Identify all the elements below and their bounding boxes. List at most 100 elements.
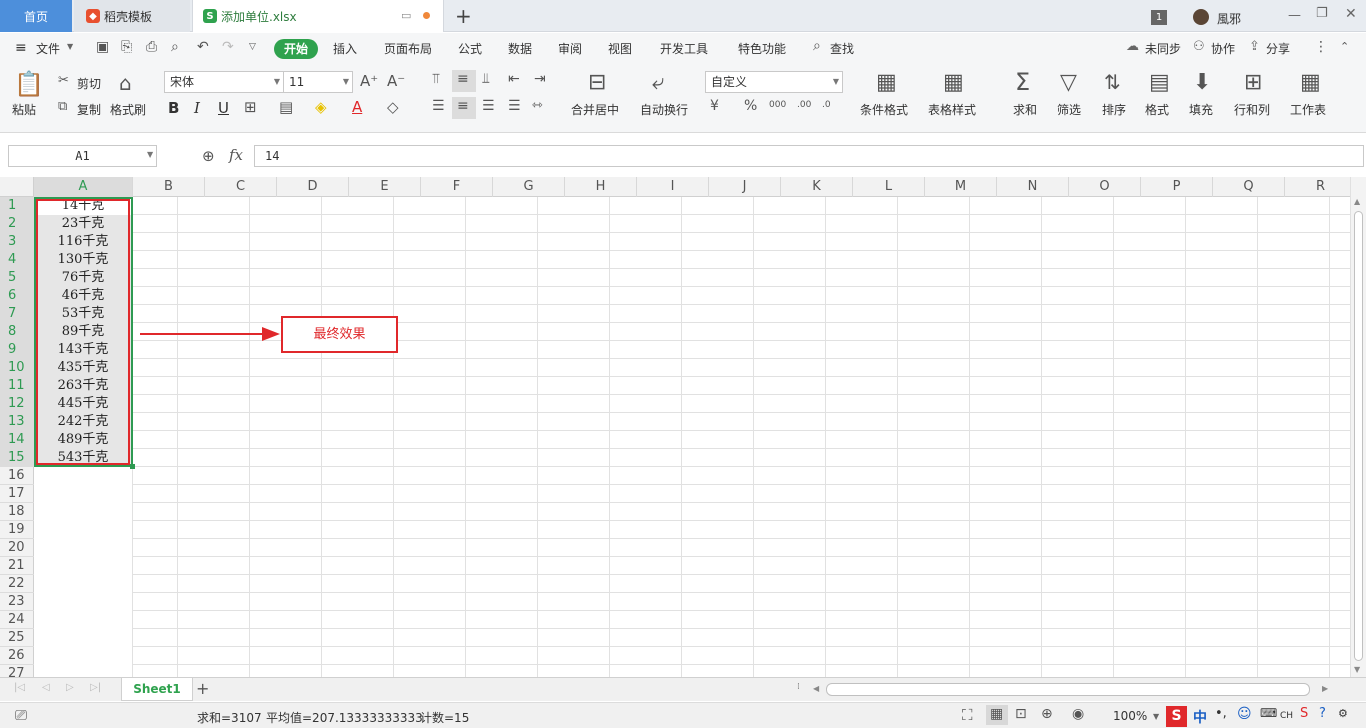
tab-formula[interactable]: 公式 — [458, 40, 482, 57]
row-header[interactable]: 23 — [0, 593, 34, 611]
column-header-q[interactable]: Q — [1213, 177, 1285, 197]
fill-style-icon[interactable]: ▤ — [279, 98, 293, 116]
row-header[interactable]: 19 — [0, 521, 34, 539]
prev-sheet-icon[interactable]: ◁ — [42, 682, 50, 693]
row-header[interactable]: 21 — [0, 557, 34, 575]
distribute-icon[interactable]: ⇿ — [532, 98, 543, 113]
wrap-text-button[interactable]: 自动换行 — [640, 101, 688, 118]
macro-icon[interactable]: ⎚ — [15, 706, 27, 724]
tab-template[interactable]: ◆ 稻壳模板 — [74, 0, 190, 32]
chevron-down-icon[interactable]: ▼ — [147, 150, 153, 159]
row-header[interactable]: 9 — [0, 341, 34, 359]
column-header-d[interactable]: D — [277, 177, 349, 197]
row-header[interactable]: 26 — [0, 647, 34, 665]
scroll-left-icon[interactable]: ◀ — [813, 684, 819, 693]
row-header[interactable]: 17 — [0, 485, 34, 503]
quick-access-dropdown-icon[interactable]: ▽ — [249, 42, 256, 52]
row-header[interactable]: 3 — [0, 233, 34, 251]
row-header[interactable]: 5 — [0, 269, 34, 287]
select-all-corner[interactable] — [0, 177, 34, 197]
merge-center-button[interactable]: 合并居中 — [571, 101, 619, 118]
minimize-icon[interactable]: — — [1288, 8, 1301, 23]
row-header[interactable]: 8 — [0, 323, 34, 341]
paste-button[interactable]: 粘贴 — [12, 101, 36, 118]
add-decimal-icon[interactable]: .00 — [797, 100, 811, 110]
row-header[interactable]: 18 — [0, 503, 34, 521]
row-header[interactable]: 13 — [0, 413, 34, 431]
add-sheet-icon[interactable]: + — [196, 679, 209, 698]
cut-button[interactable]: 剪切 — [77, 75, 101, 92]
format-painter-button[interactable]: 格式刷 — [110, 101, 146, 118]
column-header-f[interactable]: F — [421, 177, 493, 197]
language-indicator-icon[interactable]: CH — [1280, 711, 1293, 721]
print-icon[interactable]: ⎙ — [146, 39, 157, 55]
copy-button[interactable]: 复制 — [77, 101, 101, 118]
zoom-icon[interactable]: ⊕ — [202, 147, 215, 165]
align-right-icon[interactable]: ☰ — [482, 98, 495, 114]
row-header[interactable]: 12 — [0, 395, 34, 413]
column-header-e[interactable]: E — [349, 177, 421, 197]
cell-grid[interactable]: 14千克 23千克 116千克 130千克 76千克 46千克 53千克 89千克 143千克 4… — [34, 197, 1350, 677]
hscroll-split-icon[interactable]: ⁞ — [797, 682, 800, 692]
column-header-r[interactable]: R — [1285, 177, 1357, 197]
last-sheet-icon[interactable]: ▷| — [90, 682, 101, 693]
align-top-icon[interactable]: ⫪ — [432, 71, 440, 87]
fx-icon[interactable]: fx — [229, 146, 243, 164]
font-size-select[interactable]: 11 ▼ — [283, 71, 353, 93]
format-button[interactable]: 格式 — [1145, 101, 1169, 118]
italic-icon[interactable]: I — [194, 99, 200, 117]
zoom-dropdown-icon[interactable]: ▼ — [1153, 712, 1159, 721]
input-method-icon[interactable]: S — [1166, 706, 1187, 727]
clear-icon[interactable]: ◇ — [387, 98, 399, 116]
row-header[interactable]: 11 — [0, 377, 34, 395]
formula-input[interactable]: 14 — [254, 145, 1364, 167]
share-button[interactable]: 分享 — [1266, 40, 1290, 57]
fill-handle[interactable] — [130, 464, 135, 469]
align-bottom-icon[interactable]: ⫫ — [482, 71, 490, 87]
fill-button[interactable]: 填充 — [1189, 101, 1213, 118]
paste-icon[interactable]: 📋 — [14, 70, 44, 98]
avatar[interactable] — [1193, 9, 1209, 25]
redo-icon[interactable]: ↷ — [222, 39, 234, 55]
menu-file[interactable]: 文件 — [36, 40, 60, 57]
thousands-icon[interactable]: 000 — [769, 100, 786, 110]
row-column-button[interactable]: 行和列 — [1234, 101, 1270, 118]
row-header[interactable]: 7 — [0, 305, 34, 323]
column-header-g[interactable]: G — [493, 177, 565, 197]
column-header-h[interactable]: H — [565, 177, 637, 197]
number-format-select[interactable]: 自定义 ▼ — [705, 71, 843, 93]
window-count-badge[interactable]: 1 — [1151, 10, 1167, 25]
row-header[interactable]: 15 — [0, 449, 34, 467]
tab-monitor-icon[interactable]: ▭ — [401, 9, 411, 22]
row-header[interactable]: 22 — [0, 575, 34, 593]
indent-decrease-icon[interactable]: ⇤ — [508, 71, 520, 87]
underline-icon[interactable]: U — [218, 99, 229, 117]
percent-icon[interactable]: % — [744, 98, 757, 114]
column-header-n[interactable]: N — [997, 177, 1069, 197]
sync-status[interactable]: 未同步 — [1145, 40, 1181, 57]
save-icon[interactable]: ▣ — [96, 39, 109, 55]
print-preview-icon[interactable]: ⌕ — [171, 39, 179, 55]
currency-icon[interactable]: ¥ — [710, 98, 719, 114]
tab-developer[interactable]: 开发工具 — [660, 40, 708, 57]
column-header-j[interactable]: J — [709, 177, 781, 197]
next-sheet-icon[interactable]: ▷ — [66, 682, 74, 693]
decrease-font-icon[interactable]: A⁻ — [387, 72, 405, 90]
collapse-ribbon-icon[interactable]: ⌃ — [1340, 40, 1349, 53]
tab-page-layout[interactable]: 页面布局 — [384, 40, 432, 57]
restore-icon[interactable]: ❐ — [1316, 6, 1328, 21]
row-header[interactable]: 2 — [0, 215, 34, 233]
row-header[interactable]: 16 — [0, 467, 34, 485]
more-icon[interactable]: ⋮ — [1314, 39, 1328, 55]
row-header[interactable]: 6 — [0, 287, 34, 305]
column-header-m[interactable]: M — [925, 177, 997, 197]
chinese-input-icon[interactable]: 中 — [1193, 707, 1207, 727]
name-box[interactable]: A1 — [8, 145, 157, 167]
row-header[interactable]: 14 — [0, 431, 34, 449]
justify-icon[interactable]: ☰ — [508, 98, 521, 114]
tab-features[interactable]: 特色功能 — [738, 40, 786, 57]
bold-icon[interactable]: B — [168, 99, 179, 117]
column-header-b[interactable]: B — [133, 177, 205, 197]
font-color-icon[interactable]: A — [352, 98, 362, 116]
tab-home[interactable]: 首页 — [0, 0, 72, 32]
